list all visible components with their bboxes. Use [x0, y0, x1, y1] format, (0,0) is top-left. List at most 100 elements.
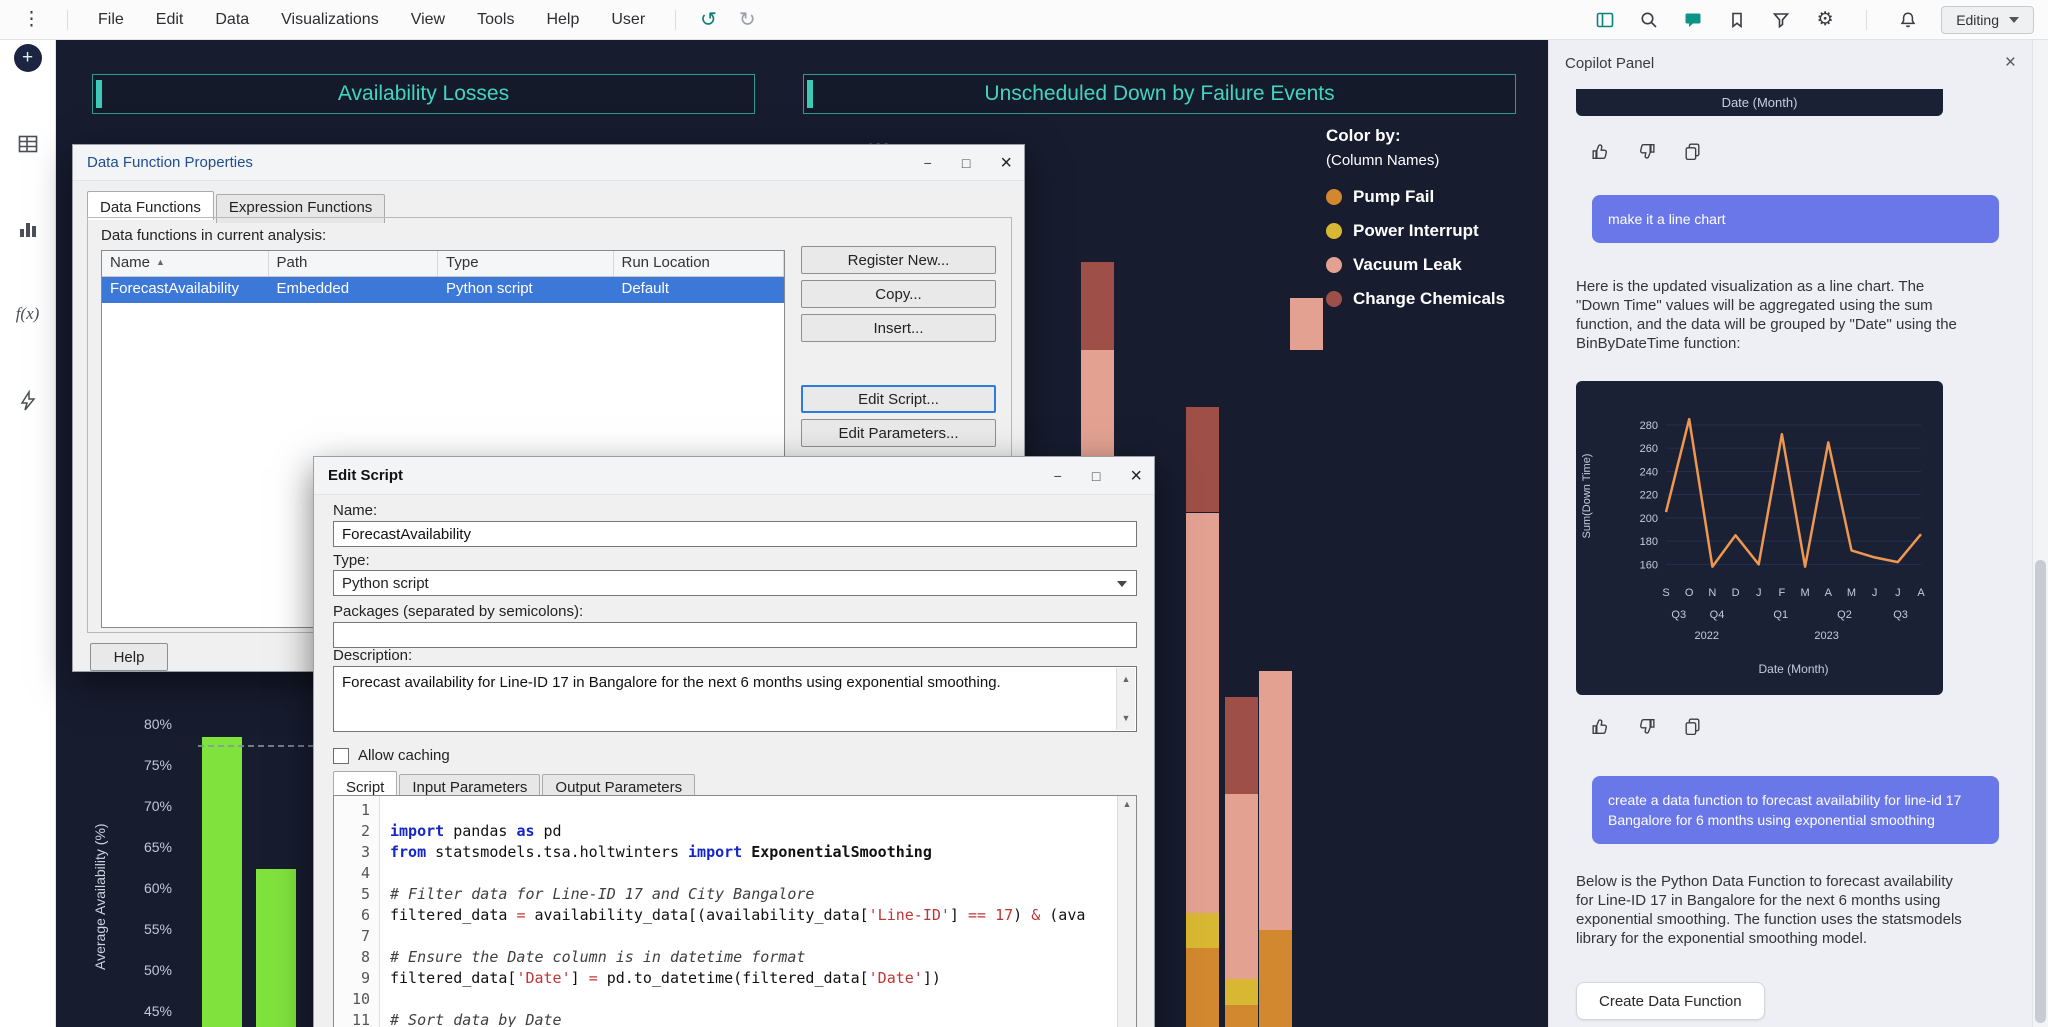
- close-icon[interactable]: ×: [1000, 153, 1012, 173]
- copy-icon[interactable]: [1681, 715, 1703, 737]
- menu-item-visualizations[interactable]: Visualizations: [281, 11, 379, 29]
- column-header-run-location[interactable]: Run Location: [614, 251, 785, 276]
- data-function-row[interactable]: ForecastAvailabilityEmbeddedPython scrip…: [102, 277, 784, 303]
- scroll-up-icon[interactable]: ▲: [1123, 799, 1132, 809]
- insert-button[interactable]: Insert...: [801, 314, 996, 342]
- close-icon[interactable]: ×: [1130, 466, 1142, 486]
- search-icon[interactable]: [1638, 9, 1660, 31]
- availability-bar[interactable]: [256, 869, 296, 1027]
- editing-mode-dropdown[interactable]: Editing: [1941, 6, 2034, 34]
- thumbs-up-icon[interactable]: [1589, 140, 1611, 162]
- data-panel-icon[interactable]: [1594, 9, 1616, 31]
- menu-item-edit[interactable]: Edit: [156, 11, 184, 29]
- bookmark-icon[interactable]: [1726, 9, 1748, 31]
- code-token: ExponentialSmoothing: [751, 843, 932, 861]
- automation-icon[interactable]: [17, 390, 39, 417]
- top-menu-bar: ⋮ File Edit Data Visualizations View Tools Hel…: [0, 0, 2048, 40]
- menu-item-help[interactable]: Help: [546, 11, 579, 29]
- column-header-name[interactable]: Name▲: [102, 251, 269, 276]
- svg-text:160: 160: [1640, 559, 1658, 571]
- maximize-icon[interactable]: □: [962, 156, 970, 170]
- minimize-icon[interactable]: −: [1054, 469, 1062, 483]
- menu-item-view[interactable]: View: [411, 11, 445, 29]
- description-field[interactable]: Forecast availability for Line-ID 17 in …: [333, 666, 1137, 732]
- legend-item[interactable]: Pump Fail: [1326, 187, 1505, 207]
- legend-item[interactable]: Vacuum Leak: [1326, 255, 1505, 275]
- copilot-header: Copilot Panel ×: [1549, 40, 2032, 86]
- menu-item-file[interactable]: File: [98, 11, 124, 29]
- menu-item-tools[interactable]: Tools: [477, 11, 514, 29]
- left-toolbar: + f(x): [0, 40, 56, 1027]
- data-table-icon[interactable]: [16, 132, 40, 161]
- code-token: statsmodels.tsa.holtwinters: [426, 843, 688, 861]
- close-icon[interactable]: ×: [2005, 52, 2016, 74]
- edit-parameters-button[interactable]: Edit Parameters...: [801, 419, 996, 447]
- minimize-icon[interactable]: −: [924, 156, 932, 170]
- vertical-scrollbar[interactable]: [2032, 40, 2048, 1027]
- undo-icon[interactable]: ↺: [694, 10, 723, 30]
- scroll-up-icon[interactable]: ▲: [1122, 670, 1131, 689]
- help-button[interactable]: Help: [90, 643, 168, 671]
- thumbs-down-icon[interactable]: [1635, 715, 1657, 737]
- code-token: ]: [950, 906, 968, 924]
- comment-icon[interactable]: [1682, 9, 1704, 31]
- thumbs-down-icon[interactable]: [1635, 140, 1657, 162]
- copy-button[interactable]: Copy...: [801, 280, 996, 308]
- checkbox-unchecked-icon[interactable]: [333, 748, 349, 764]
- description-label: Description:: [333, 647, 412, 664]
- legend-item[interactable]: Change Chemicals: [1326, 289, 1505, 309]
- code-area[interactable]: import pandas as pdfrom statsmodels.tsa.…: [380, 796, 1117, 1027]
- svg-text:O: O: [1685, 587, 1694, 599]
- app-window: ⋮ File Edit Data Visualizations View Tools Hel…: [0, 0, 2048, 1027]
- feedback-row: [1589, 140, 1703, 162]
- dialog-titlebar[interactable]: Data Function Properties − □ ×: [73, 145, 1024, 181]
- legend-color-dot: [1326, 291, 1342, 307]
- edit-script-button[interactable]: Edit Script...: [801, 385, 996, 413]
- type-select[interactable]: Python script: [333, 570, 1137, 596]
- scrollbar-thumb[interactable]: [2035, 560, 2046, 1023]
- dialog-tabs: Data FunctionsExpression Functions: [87, 191, 387, 220]
- notification-bell-icon[interactable]: [1897, 9, 1919, 31]
- allow-caching-checkbox[interactable]: Allow caching: [333, 747, 450, 764]
- chevron-down-icon: [1117, 581, 1127, 587]
- menu-item-data[interactable]: Data: [215, 11, 249, 29]
- edit-script-dialog: Edit Script − □ × Name: Type: Python scr…: [313, 456, 1155, 1027]
- create-data-function-button[interactable]: Create Data Function: [1576, 982, 1765, 1020]
- redo-icon[interactable]: ↻: [733, 10, 762, 30]
- visualizations-icon[interactable]: [16, 217, 40, 246]
- maximize-icon[interactable]: □: [1092, 469, 1100, 483]
- script-editor[interactable]: 1234567891011 import pandas as pdfrom st…: [333, 795, 1137, 1027]
- copy-icon[interactable]: [1681, 140, 1703, 162]
- svg-text:J: J: [1756, 587, 1762, 599]
- data-function-icon[interactable]: f(x): [16, 304, 40, 324]
- svg-text:Q3: Q3: [1893, 609, 1908, 621]
- name-field[interactable]: [333, 521, 1137, 547]
- thumbs-up-icon[interactable]: [1589, 715, 1611, 737]
- code-token: ]): [923, 969, 941, 987]
- code-line-number: 9: [334, 968, 370, 989]
- code-token: 'Date': [869, 969, 923, 987]
- packages-field[interactable]: [333, 622, 1137, 648]
- availability-bar[interactable]: [202, 737, 242, 1027]
- gear-icon[interactable]: ⚙: [1814, 9, 1836, 31]
- column-header-path[interactable]: Path: [269, 251, 439, 276]
- add-visualization-icon[interactable]: +: [14, 44, 42, 72]
- scroll-down-icon[interactable]: ▼: [1122, 709, 1131, 728]
- filter-icon[interactable]: [1770, 9, 1792, 31]
- code-line-number: 1: [334, 800, 370, 821]
- editor-scrollbar[interactable]: ▲: [1117, 796, 1136, 1027]
- dialog-titlebar[interactable]: Edit Script − □ ×: [314, 457, 1154, 495]
- column-header-type[interactable]: Type: [438, 251, 613, 276]
- legend-item[interactable]: Power Interrupt: [1326, 221, 1505, 241]
- code-token: (ava: [1040, 906, 1085, 924]
- svg-text:180: 180: [1640, 536, 1658, 548]
- svg-text:220: 220: [1640, 490, 1658, 502]
- legend-label: Vacuum Leak: [1353, 255, 1462, 275]
- dfp-tab-data-functions[interactable]: Data Functions: [87, 191, 214, 220]
- menu-item-user[interactable]: User: [611, 11, 645, 29]
- copilot-panel: Copilot Panel × Date (Month) make it a l…: [1548, 40, 2032, 1027]
- kebab-menu-icon[interactable]: ⋮: [14, 8, 49, 31]
- register-new-button[interactable]: Register New...: [801, 246, 996, 274]
- textarea-scrollbar[interactable]: ▲▼: [1116, 668, 1135, 730]
- svg-text:J: J: [1872, 587, 1878, 599]
